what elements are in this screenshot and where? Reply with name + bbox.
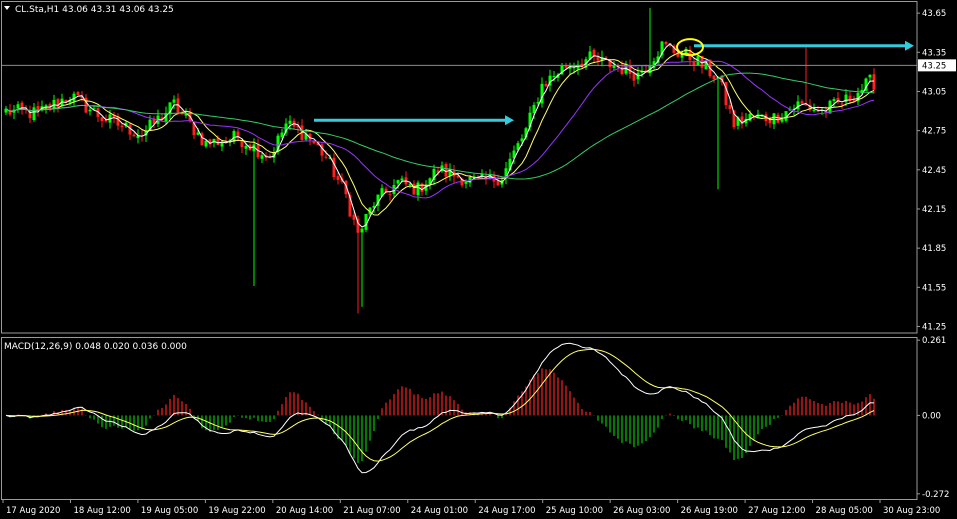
- x-tick-label: 17 Aug 2020: [6, 506, 60, 516]
- x-tick-label: 25 Aug 10:00: [546, 506, 603, 516]
- candle-body: [260, 155, 264, 159]
- candle-body: [220, 142, 224, 147]
- symbol-info: CL.Sta,H1 43.06 43.31 43.06 43.25: [15, 5, 174, 15]
- candle-body: [872, 74, 876, 90]
- macd-signal-line: [5, 348, 875, 462]
- candle-body: [712, 75, 716, 80]
- macd-info: MACD(12,26,9) 0.048 0.020 0.036 0.000: [4, 342, 187, 352]
- y-tick-label: 42.75: [922, 127, 946, 137]
- candle-body: [520, 138, 524, 142]
- ma-mid-line: [5, 49, 875, 216]
- candle-body: [664, 41, 668, 45]
- macd-y-tick-label: 0.261: [922, 336, 946, 346]
- candle-body: [388, 194, 392, 196]
- candle-body: [552, 76, 556, 78]
- y-tick-label: 43.35: [922, 48, 946, 58]
- x-tick-label: 26 Aug 03:00: [613, 506, 670, 516]
- y-tick-label: 41.25: [922, 322, 946, 332]
- candle-body: [204, 140, 208, 147]
- candle-body: [812, 109, 816, 111]
- candle-body: [16, 104, 20, 109]
- x-tick-label: 26 Aug 19:00: [681, 506, 738, 516]
- candle-body: [336, 176, 340, 180]
- y-tick-label: 41.85: [922, 244, 946, 254]
- candle-body: [100, 117, 104, 122]
- candle-body: [360, 228, 364, 233]
- chart-header: CL.Sta,H1 43.06 43.31 43.06 43.25: [4, 5, 174, 15]
- x-tick-label: 19 Aug 05:00: [141, 506, 198, 516]
- candle-body: [288, 120, 292, 124]
- candle-body: [88, 109, 92, 112]
- candle-body: [464, 181, 468, 184]
- candle-body: [612, 65, 616, 68]
- price-panel: [2, 7, 917, 314]
- macd-y-tick-label: 0.00: [922, 411, 941, 421]
- x-tick-label: 20 Aug 14:00: [276, 506, 333, 516]
- current-price-label: 43.25: [922, 61, 946, 71]
- candle-body: [868, 74, 872, 78]
- y-tick-label: 43.65: [922, 9, 946, 19]
- y-tick-label: 42.45: [922, 166, 946, 176]
- x-tick-label: 27 Aug 12:00: [748, 506, 805, 516]
- macd-frame: [1, 337, 918, 500]
- candle-body: [544, 83, 548, 87]
- candle-body: [832, 99, 836, 101]
- ma-purple-line: [5, 60, 875, 199]
- macd-main-line: [5, 342, 875, 474]
- candle-body: [244, 145, 248, 149]
- ma-fast-line: [5, 43, 875, 228]
- macd-y-tick-label: -0.272: [922, 490, 949, 500]
- chart-canvas: 43.65 43.35 43.05 42.75 42.45 42.15 41.85 41.55…: [1, 1, 956, 516]
- x-tick-label: 24 Aug 01:00: [411, 506, 468, 516]
- candle-body: [800, 101, 804, 104]
- candle-body: [768, 119, 772, 124]
- candle-body: [396, 180, 400, 184]
- candle-body: [352, 214, 356, 220]
- candle-body: [32, 107, 36, 121]
- candle-body: [132, 134, 136, 137]
- y-tick-label: 43.05: [922, 87, 946, 97]
- y-tick-label: 42.15: [922, 205, 946, 215]
- candle-body: [76, 92, 80, 96]
- price-frame: [1, 1, 918, 334]
- x-tick-label: 28 Aug 05:00: [816, 506, 873, 516]
- y-tick-label: 41.55: [922, 283, 946, 293]
- x-tick-label: 19 Aug 22:00: [208, 506, 265, 516]
- candle-body: [840, 103, 844, 105]
- candle-body: [780, 119, 784, 122]
- candle-body: [52, 99, 56, 108]
- candle-body: [416, 182, 420, 196]
- candle-body: [564, 65, 568, 68]
- candle-body: [120, 125, 124, 128]
- arrow-head-icon: [905, 40, 914, 51]
- x-tick-label: 18 Aug 12:00: [73, 506, 130, 516]
- candle-body: [332, 157, 336, 178]
- candle-body: [172, 99, 176, 103]
- candle-body: [444, 164, 448, 177]
- x-tick-label: 30 Aug 23:00: [883, 506, 940, 516]
- x-tick-label: 24 Aug 17:00: [478, 506, 535, 516]
- candle-body: [216, 138, 220, 146]
- candle-body: [324, 156, 328, 158]
- x-tick-label: 21 Aug 07:00: [343, 506, 400, 516]
- candle-body: [280, 132, 284, 138]
- candle-body: [400, 178, 404, 181]
- candle-body: [728, 105, 732, 110]
- chevron-down-icon[interactable]: [4, 6, 10, 10]
- candle-body: [776, 114, 780, 123]
- candle-body: [196, 132, 200, 135]
- arrow-head-icon: [505, 115, 514, 126]
- axes: 43.65 43.35 43.05 42.75 42.45 42.15 41.85 41.55…: [1, 1, 956, 516]
- macd-panel: [5, 342, 875, 474]
